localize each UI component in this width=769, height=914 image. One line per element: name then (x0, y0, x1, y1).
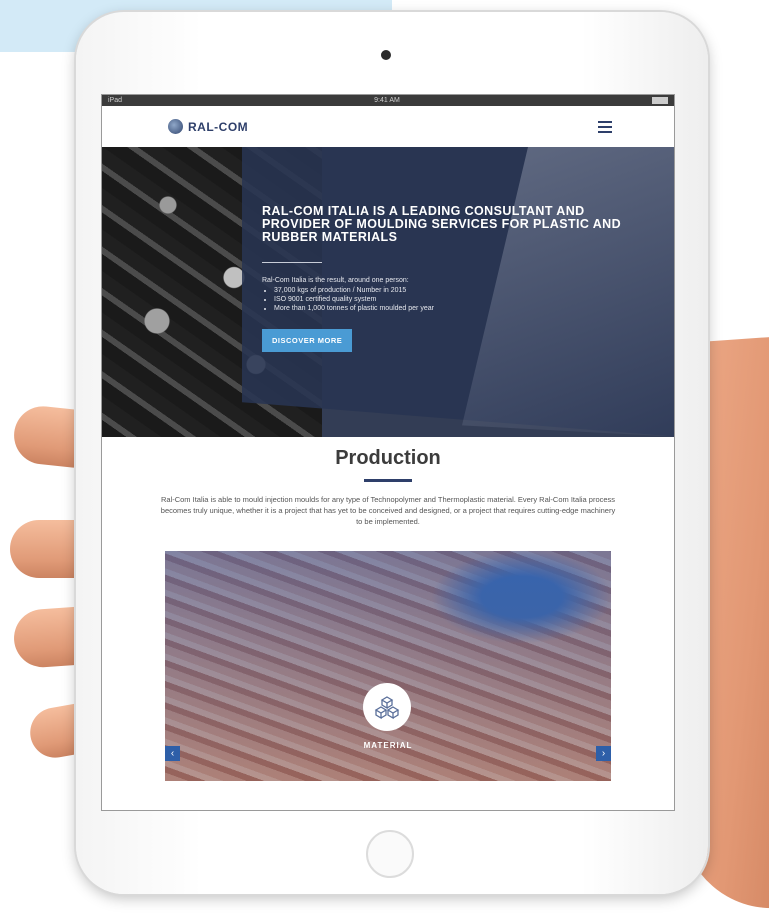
status-bar: iPad 9:41 AM (102, 95, 674, 106)
production-section: Production Ral-Com Italia is able to mou… (102, 437, 674, 781)
chevron-right-icon[interactable]: › (596, 746, 611, 761)
hero-divider (262, 262, 322, 263)
hero-banner: RAL-COM ITALIA IS A LEADING CONSULTANT A… (102, 147, 674, 437)
camera (381, 50, 391, 60)
slide-caption: MATERIAL (363, 741, 413, 750)
chevron-left-icon[interactable]: ‹ (165, 746, 180, 761)
carrier-label: iPad (108, 97, 123, 104)
home-button[interactable] (366, 830, 414, 878)
material-slider: MATERIAL ‹ › (165, 551, 611, 781)
tablet-screen: iPad 9:41 AM RAL-COM RAL-COM ITALIA IS A… (101, 94, 675, 811)
hamburger-icon[interactable] (598, 120, 612, 133)
hero-bullet-list: 37,000 kgs of production / Number in 201… (262, 286, 632, 313)
cubes-icon (363, 683, 411, 731)
title-underline (364, 479, 412, 482)
brand-logo[interactable]: RAL-COM (168, 119, 248, 134)
production-description: Ral-Com Italia is able to mould injectio… (160, 495, 616, 526)
logo-text: RAL-COM (188, 119, 249, 134)
status-indicators (651, 97, 668, 104)
hero-bullet: More than 1,000 tonnes of plastic moulde… (274, 304, 632, 313)
site-header: RAL-COM (102, 106, 674, 147)
clock: 9:41 AM (374, 97, 400, 104)
discover-more-button[interactable]: DISCOVER MORE (262, 329, 353, 352)
hero-bullet: ISO 9001 certified quality system (274, 295, 632, 304)
hero-title: RAL-COM ITALIA IS A LEADING CONSULTANT A… (262, 204, 621, 244)
battery-icon (651, 97, 668, 104)
logo-globe-icon (168, 119, 183, 134)
hero-lead: Ral-Com Italia is the result, around one… (262, 277, 409, 284)
hero-bullet: 37,000 kgs of production / Number in 201… (274, 286, 632, 295)
production-title: Production (335, 447, 441, 469)
hero-content: RAL-COM ITALIA IS A LEADING CONSULTANT A… (262, 205, 632, 352)
